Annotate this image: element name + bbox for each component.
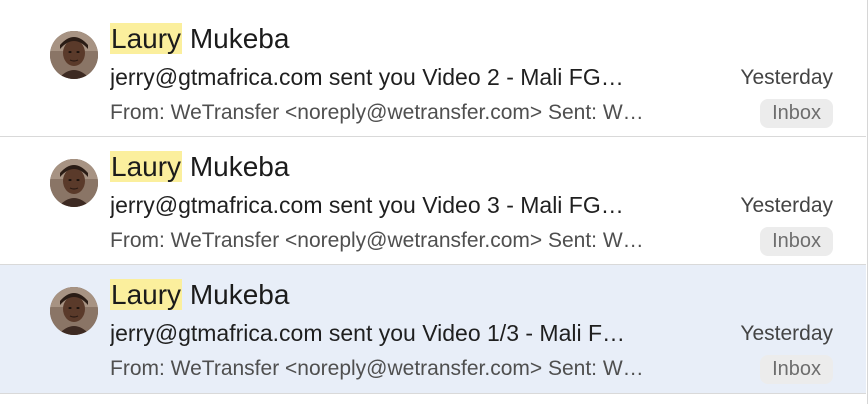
message-preview: From: WeTransfer <noreply@wetransfer.com…	[110, 357, 644, 380]
contact-avatar	[50, 159, 98, 207]
message-date: Yesterday	[740, 66, 833, 89]
message-subject: jerry@gtmafrica.com sent you Video 1/3 -…	[110, 320, 626, 346]
search-highlight: Laury	[110, 279, 183, 310]
search-highlight: Laury	[110, 151, 183, 182]
contact-photo-icon	[50, 287, 98, 335]
contact-photo-icon	[50, 31, 98, 79]
contact-photo-icon	[50, 159, 98, 207]
contact-avatar	[50, 31, 98, 79]
mailbox-badge: Inbox	[760, 227, 833, 256]
sender-name: Laury Mukeba	[110, 21, 289, 57]
message-row[interactable]: Laury Mukeba jerry@gtmafrica.com sent yo…	[0, 137, 866, 265]
message-preview: From: WeTransfer <noreply@wetransfer.com…	[110, 101, 644, 124]
sender-name-rest: Mukeba	[182, 279, 290, 310]
message-row[interactable]: Laury Mukeba jerry@gtmafrica.com sent yo…	[0, 9, 866, 137]
message-subject: jerry@gtmafrica.com sent you Video 3 - M…	[110, 192, 624, 218]
sender-name-rest: Mukeba	[182, 23, 290, 54]
message-preview: From: WeTransfer <noreply@wetransfer.com…	[110, 229, 644, 252]
message-row-selected[interactable]: Laury Mukeba jerry@gtmafrica.com sent yo…	[0, 265, 866, 394]
message-date: Yesterday	[740, 194, 833, 217]
sender-name: Laury Mukeba	[110, 149, 289, 185]
mailbox-badge: Inbox	[760, 99, 833, 128]
sender-name-rest: Mukeba	[182, 151, 290, 182]
mailbox-badge: Inbox	[760, 355, 833, 384]
message-date: Yesterday	[740, 322, 833, 345]
message-list: Laury Mukeba jerry@gtmafrica.com sent yo…	[0, 0, 868, 404]
message-subject: jerry@gtmafrica.com sent you Video 2 - M…	[110, 64, 624, 90]
search-highlight: Laury	[110, 23, 183, 54]
contact-avatar	[50, 287, 98, 335]
sender-name: Laury Mukeba	[110, 277, 289, 313]
